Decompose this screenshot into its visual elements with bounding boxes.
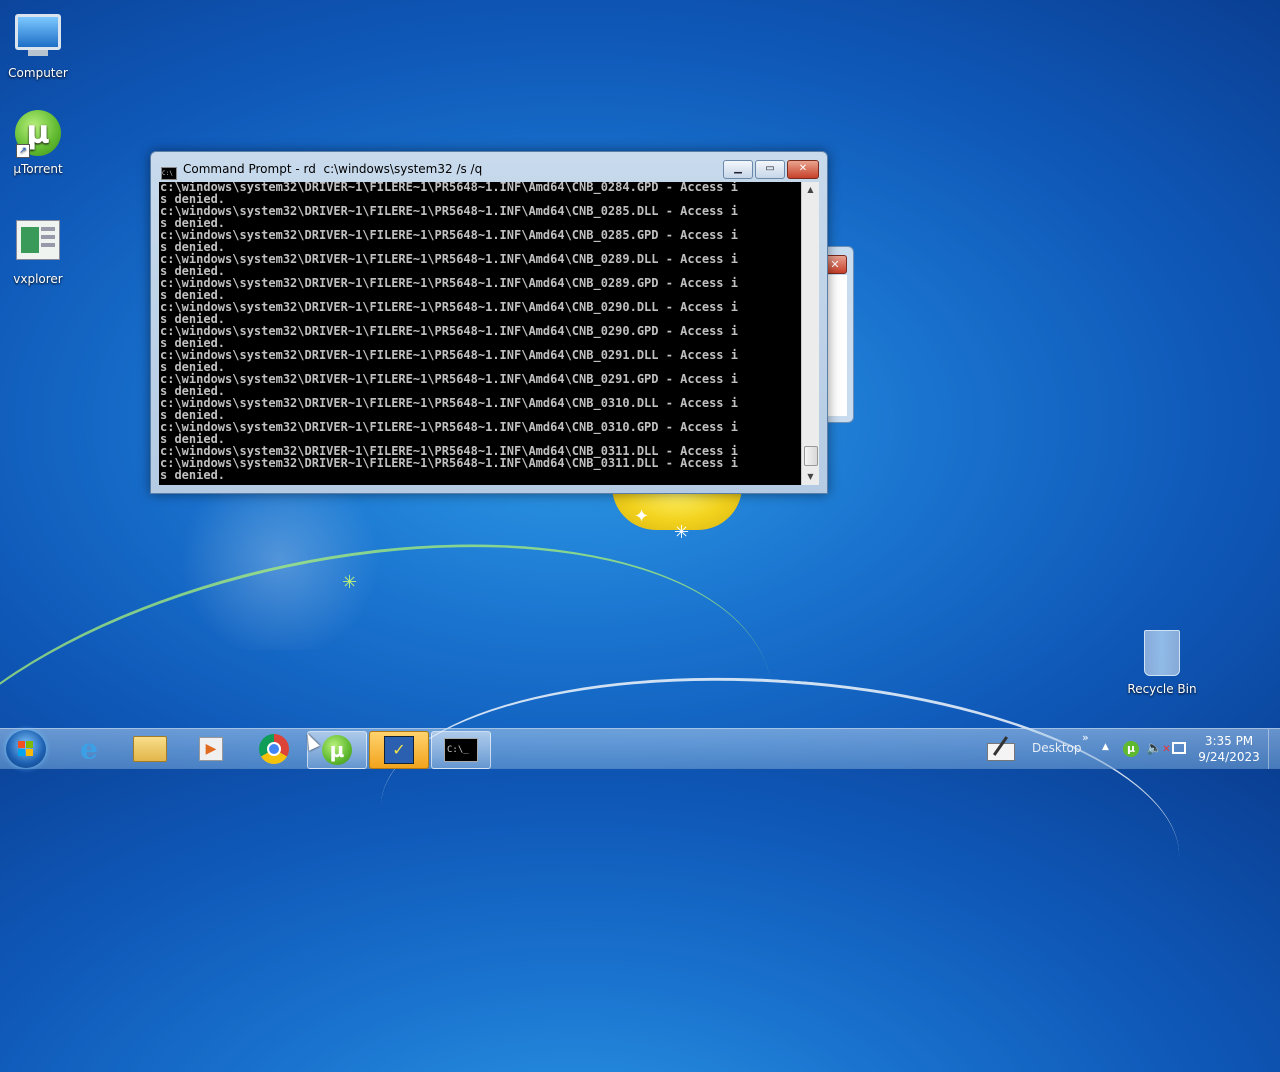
internet-explorer-icon: e	[80, 732, 98, 766]
desktop-icon-label: Computer	[8, 66, 68, 80]
volume-muted-icon[interactable]: 🔈✕	[1146, 741, 1171, 756]
taskbar-windows-explorer[interactable]	[121, 731, 179, 767]
network-icon[interactable]	[1172, 742, 1186, 754]
recycle-bin-icon	[1138, 630, 1186, 678]
taskbar-internet-explorer[interactable]: e	[60, 731, 118, 767]
console-line: c:\windows\system32\DRIVER~1\FILERE~1\PR…	[160, 276, 738, 290]
console-line: s denied.	[160, 468, 226, 482]
windows-explorer-icon	[133, 736, 167, 762]
start-button[interactable]	[6, 730, 46, 768]
console-line: c:\windows\system32\DRIVER~1\FILERE~1\PR…	[160, 252, 738, 266]
command-prompt-window[interactable]: C:\ Command Prompt - rd c:\windows\system…	[150, 151, 828, 494]
show-hidden-icons-icon[interactable]: ▲	[1102, 742, 1109, 752]
scroll-up-icon[interactable]: ▲	[802, 182, 819, 198]
chrome-icon	[259, 734, 289, 764]
utorrent-icon: µ ↗	[14, 110, 62, 158]
shortcut-arrow-icon: ↗	[16, 144, 30, 158]
sparkle-icon: ✦	[634, 506, 650, 527]
show-desktop-button[interactable]	[1268, 729, 1280, 769]
desktop-icon-label: Recycle Bin	[1127, 682, 1197, 696]
maximize-icon: ▭	[765, 163, 775, 174]
command-prompt-icon: C:\	[161, 167, 177, 180]
window-title: C:\ Command Prompt - rd c:\windows\system…	[161, 162, 482, 180]
taskbar-command-prompt[interactable]: C:\_	[431, 731, 491, 769]
vertical-scrollbar[interactable]: ▲ ▼	[801, 182, 819, 485]
console-line: c:\windows\system32\DRIVER~1\FILERE~1\PR…	[160, 456, 738, 470]
scroll-down-icon[interactable]: ▼	[802, 469, 819, 485]
desktop-icon-label: µTorrent	[13, 162, 63, 176]
close-icon: ✕	[798, 163, 808, 174]
utorrent-icon: µ	[322, 735, 352, 765]
taskbar-vxplorer[interactable]: ✓	[369, 731, 429, 769]
console-line: c:\windows\system32\DRIVER~1\FILERE~1\PR…	[160, 228, 738, 242]
desktop-toolbar-label[interactable]: Desktop	[1032, 741, 1082, 755]
utorrent-tray-icon[interactable]: µ	[1123, 741, 1139, 757]
taskbar-chrome[interactable]	[245, 731, 303, 767]
desktop-icon-recycle-bin[interactable]: Recycle Bin	[1122, 630, 1202, 696]
close-button[interactable]: ✕	[787, 160, 819, 179]
caption-buttons: ▁ ▭ ✕	[723, 160, 819, 179]
desktop-icon-vxplorer[interactable]: vxplorer	[0, 215, 76, 286]
scroll-thumb[interactable]	[804, 446, 818, 466]
minimize-button[interactable]: ▁	[723, 160, 753, 179]
clock-date: 9/24/2023	[1198, 750, 1260, 764]
media-player-icon: ▶	[199, 737, 223, 761]
console-line: c:\windows\system32\DRIVER~1\FILERE~1\PR…	[160, 420, 738, 434]
desktop-icon-utorrent[interactable]: µ ↗ µTorrent	[0, 110, 76, 176]
console-text: c:\windows\system32\DRIVER~1\FILERE~1\PR…	[159, 182, 801, 481]
minimize-icon: ▁	[734, 163, 742, 174]
console-line: c:\windows\system32\DRIVER~1\FILERE~1\PR…	[160, 182, 738, 194]
console-line: c:\windows\system32\DRIVER~1\FILERE~1\PR…	[160, 300, 738, 314]
taskbar: e ▶ µ ✓ C:\_ Desktop » ▲ µ 🔈✕ 3:35 PM 9/…	[0, 728, 1280, 769]
vxplorer-icon: ✓	[384, 736, 414, 764]
maximize-button[interactable]: ▭	[755, 160, 785, 179]
console-line: c:\windows\system32\DRIVER~1\FILERE~1\PR…	[160, 396, 738, 410]
console-line: c:\windows\system32\DRIVER~1\FILERE~1\PR…	[160, 204, 738, 218]
vxplorer-icon	[14, 220, 62, 268]
computer-icon	[14, 14, 62, 62]
command-prompt-icon: C:\_	[444, 738, 478, 762]
console-output[interactable]: c:\windows\system32\DRIVER~1\FILERE~1\PR…	[159, 182, 801, 485]
sparkle-icon: ✳	[674, 522, 690, 543]
console-line: c:\windows\system32\DRIVER~1\FILERE~1\PR…	[160, 348, 738, 362]
console-line: c:\windows\system32\DRIVER~1\FILERE~1\PR…	[160, 372, 738, 386]
sparkle-icon: ✳	[342, 572, 358, 593]
clock-time: 3:35 PM	[1204, 734, 1254, 748]
taskbar-media-player[interactable]: ▶	[182, 731, 240, 767]
console-line: c:\windows\system32\DRIVER~1\FILERE~1\PR…	[160, 324, 738, 338]
windows-flag-icon	[18, 741, 34, 757]
desktop-icon-computer[interactable]: Computer	[0, 10, 76, 80]
desktop-icon-label: vxplorer	[13, 272, 63, 286]
toolbar-expand-icon[interactable]: »	[1082, 731, 1089, 744]
handwriting-panel-icon[interactable]	[985, 735, 1017, 763]
clock[interactable]: 3:35 PM 9/24/2023	[1194, 733, 1264, 765]
